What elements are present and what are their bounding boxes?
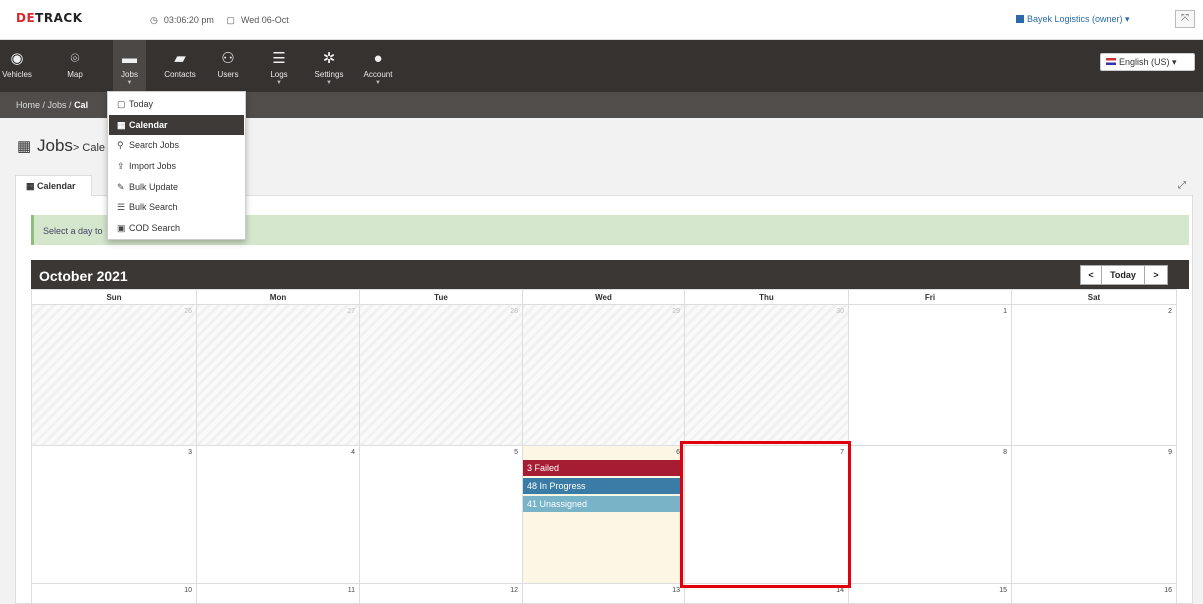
calendar-icon: ▢ bbox=[117, 99, 126, 109]
weekday-header-tue: Tue bbox=[360, 289, 523, 305]
building-icon bbox=[1016, 15, 1024, 23]
clock: ◷ 03:06:20 pm ▢ Wed 06-Oct bbox=[150, 15, 295, 26]
calendar-grid-icon: ▦ bbox=[117, 120, 126, 130]
chevron-down-icon: ▼ bbox=[126, 80, 133, 86]
calendar-day[interactable]: 5 bbox=[360, 446, 523, 584]
calendar-day[interactable]: 27 bbox=[197, 305, 360, 446]
calendar-day[interactable]: 15 bbox=[849, 584, 1012, 604]
calendar-day[interactable]: 3 bbox=[31, 446, 197, 584]
calendar-day[interactable]: 29 bbox=[523, 305, 685, 446]
today-button[interactable]: Today bbox=[1101, 265, 1145, 285]
weekday-header-sat: Sat bbox=[1012, 289, 1177, 305]
nav-vehicles[interactable]: ◉ Vehicles bbox=[0, 40, 34, 92]
list-icon: ☰ bbox=[117, 202, 126, 212]
expand-icon[interactable]: ⤢ bbox=[1178, 180, 1186, 191]
tab-divider bbox=[92, 195, 1193, 196]
weekday-header-mon: Mon bbox=[197, 289, 360, 305]
highlight-box bbox=[680, 441, 851, 588]
cash-icon: ▣ bbox=[117, 223, 126, 233]
briefcase-icon: ▬ bbox=[122, 50, 137, 67]
prev-month-button[interactable]: < bbox=[1080, 265, 1102, 285]
menu-item-bulk-search[interactable]: ☰ Bulk Search bbox=[109, 197, 244, 217]
calendar-day[interactable]: 11 bbox=[197, 584, 360, 604]
next-month-button[interactable]: > bbox=[1144, 265, 1168, 285]
calendar-header: October 2021 bbox=[31, 260, 1189, 289]
nav-settings[interactable]: ✲ Settings ▼ bbox=[311, 40, 347, 92]
menu-item-import-jobs[interactable]: ⇪ Import Jobs bbox=[109, 156, 244, 176]
nav-contacts[interactable]: ▰ Contacts bbox=[160, 40, 200, 92]
menu-item-search-jobs[interactable]: ⚲ Search Jobs bbox=[109, 135, 244, 155]
map-pin-icon: ⌾ bbox=[70, 50, 80, 67]
calendar-grid-icon: ▦ bbox=[17, 138, 32, 155]
calendar-grid-icon: ▦ bbox=[26, 181, 38, 191]
clock-icon: ◷ bbox=[150, 15, 158, 25]
dashboard-icon: ◉ bbox=[10, 50, 24, 67]
nav-users[interactable]: ⚇ Users bbox=[213, 40, 243, 92]
current-date: Wed 06-Oct bbox=[240, 15, 289, 25]
edit-icon: ✎ bbox=[117, 182, 125, 192]
list-icon: ☰ bbox=[272, 50, 286, 67]
chevron-down-icon: ▼ bbox=[326, 80, 332, 86]
event-failed[interactable]: 3 Failed bbox=[523, 460, 680, 476]
chevron-down-icon: ▼ bbox=[276, 80, 282, 86]
chevron-down-icon: ▼ bbox=[375, 80, 381, 86]
calendar-day[interactable]: 8 bbox=[849, 446, 1012, 584]
menu-item-today[interactable]: ▢ Today bbox=[109, 94, 244, 114]
breadcrumb-jobs[interactable]: Jobs bbox=[48, 100, 67, 110]
tab-calendar[interactable]: ▦ Calendar bbox=[15, 175, 92, 196]
calendar-day[interactable]: 28 bbox=[360, 305, 523, 446]
upload-icon: ⇪ bbox=[117, 161, 125, 171]
menu-item-bulk-update[interactable]: ✎ Bulk Update bbox=[109, 177, 244, 197]
event-unassigned[interactable]: 41 Unassigned bbox=[523, 496, 680, 512]
language-select[interactable]: English (US) ▾ bbox=[1100, 53, 1195, 71]
main-nav: ◉ Vehicles ⌾ Map ▬ Jobs ▼ ▰ Contacts ⚇ Users ☰… bbox=[0, 40, 1203, 92]
event-in-progress[interactable]: 48 In Progress bbox=[523, 478, 680, 494]
calendar-day[interactable]: 30 bbox=[685, 305, 849, 446]
calendar-month-title: October 2021 bbox=[39, 268, 128, 284]
calendar-day[interactable]: 16 bbox=[1012, 584, 1177, 604]
menu-item-calendar[interactable]: ▦ Calendar bbox=[109, 115, 244, 135]
weekday-header-sun: Sun bbox=[31, 289, 197, 305]
fullscreen-button[interactable]: ⤧ bbox=[1175, 10, 1195, 28]
breadcrumb: Home / Jobs / Cal bbox=[16, 100, 89, 110]
current-time: 03:06:20 pm bbox=[163, 15, 214, 25]
book-icon: ▰ bbox=[174, 50, 186, 67]
nav-account[interactable]: ● Account ▼ bbox=[359, 40, 397, 92]
calendar-day[interactable]: 9 bbox=[1012, 446, 1177, 584]
breadcrumb-home[interactable]: Home bbox=[16, 100, 40, 110]
company-menu[interactable]: Bayek Logistics (owner) ▾ bbox=[1016, 14, 1130, 25]
search-icon: ⚲ bbox=[117, 140, 124, 150]
calendar-day[interactable]: 2 bbox=[1012, 305, 1177, 446]
users-icon: ⚇ bbox=[221, 50, 235, 67]
weekday-header-wed: Wed bbox=[523, 289, 685, 305]
chevron-right-icon: > bbox=[1153, 270, 1159, 280]
calendar-icon: ▢ bbox=[226, 15, 235, 25]
weekday-header-fri: Fri bbox=[849, 289, 1012, 305]
chevron-left-icon: < bbox=[1088, 270, 1094, 280]
jobs-dropdown-menu: ▢ Today ▦ Calendar ⚲ Search Jobs ⇪ Import Jo… bbox=[107, 91, 246, 240]
top-bar: DETRACK ◷ 03:06:20 pm ▢ Wed 06-Oct Bayek L… bbox=[0, 0, 1203, 40]
nav-jobs[interactable]: ▬ Jobs ▼ bbox=[113, 40, 146, 92]
menu-item-cod-search[interactable]: ▣ COD Search bbox=[109, 218, 244, 238]
calendar-day[interactable]: 12 bbox=[360, 584, 523, 604]
calendar-day[interactable]: 26 bbox=[31, 305, 197, 446]
detrack-logo[interactable]: DETRACK bbox=[16, 11, 83, 25]
page-title: ▦ Jobs> Cale bbox=[17, 136, 106, 155]
user-icon: ● bbox=[373, 50, 383, 67]
nav-logs[interactable]: ☰ Logs ▼ bbox=[264, 40, 294, 92]
us-flag-icon bbox=[1106, 58, 1116, 65]
breadcrumb-current: Cal bbox=[74, 100, 89, 110]
calendar-day[interactable]: 1 bbox=[849, 305, 1012, 446]
nav-map[interactable]: ⌾ Map bbox=[58, 40, 92, 92]
calendar-day[interactable]: 10 bbox=[31, 584, 197, 604]
fullscreen-icon: ⤧ bbox=[1181, 13, 1189, 24]
calendar-day[interactable]: 13 bbox=[523, 584, 685, 604]
calendar-day[interactable]: 4 bbox=[197, 446, 360, 584]
gear-icon: ✲ bbox=[322, 50, 336, 67]
weekday-header-thu: Thu bbox=[685, 289, 849, 305]
